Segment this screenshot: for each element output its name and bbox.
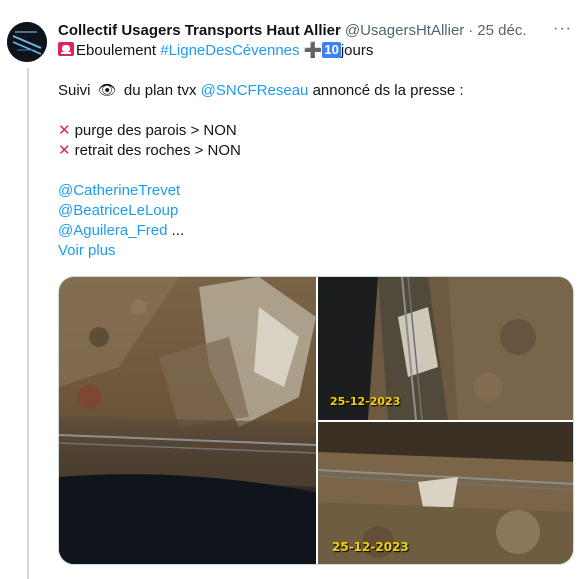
keycap-ten-icon: 10 (322, 42, 341, 58)
avatar-logo-icon (7, 22, 47, 62)
photo-date-stamp: 25-12-2023 (330, 395, 401, 408)
separator-dot: · (468, 21, 474, 39)
cross-mark-icon: ✕ (58, 122, 71, 139)
aerial-photo-rockfall (59, 277, 316, 564)
list-item-purge: ✕ purge des parois > NON (58, 121, 578, 141)
list-item-retrait: ✕ retrait des roches > NON (58, 141, 578, 161)
thread-line (27, 68, 29, 579)
media-grid: 25-12-2023 25-12-2023 (58, 276, 574, 565)
tweet-line-1: Eboulement #LigneDesCévennes ➕ 10 jours (58, 41, 578, 61)
tweet-date[interactable]: 25 déc. (477, 22, 526, 39)
days-text: jours (340, 42, 374, 59)
follow-text: Suivi (58, 82, 91, 99)
more-options-icon[interactable]: ··· (553, 20, 572, 38)
mention-beatriceleloup[interactable]: @BeatriceLeLoup (58, 201, 578, 221)
media-image-1[interactable] (59, 277, 316, 564)
siren-icon (58, 42, 74, 56)
press-text: annoncé ds la presse : (312, 82, 464, 99)
plus-icon: ➕ (303, 42, 323, 59)
display-name[interactable]: Collectif Usagers Transports Haut Allier (58, 22, 341, 39)
mention-catherinetrevet[interactable]: @CatherineTrevet (58, 181, 578, 201)
user-handle[interactable]: @UsagersHtAllier (345, 22, 464, 39)
photo-date-stamp: 25-12-2023 (332, 540, 409, 554)
ellipsis-text: ... (171, 222, 185, 239)
plan-text: du plan tvx (123, 82, 197, 99)
tweet-header: Collectif Usagers Transports Haut Allier… (58, 20, 578, 40)
eye-icon: 👁 (97, 82, 117, 99)
hashtag-link[interactable]: #LigneDesCévennes (160, 42, 299, 59)
cross-mark-icon: ✕ (58, 142, 71, 159)
eboulement-text: Eboulement (76, 42, 157, 59)
tweet-line-2: Suivi 👁 du plan tvx @SNCFReseau annoncé … (58, 81, 578, 101)
media-image-2[interactable]: 25-12-2023 (318, 277, 573, 420)
item-retrait-text: retrait des roches > NON (74, 142, 241, 159)
mention-line-3: @Aguilera_Fred ... (58, 221, 578, 241)
mention-aguilerafred[interactable]: @Aguilera_Fred (58, 222, 167, 239)
see-more-link[interactable]: Voir plus (58, 241, 578, 261)
media-image-3[interactable]: 25-12-2023 (318, 422, 573, 564)
item-purge-text: purge des parois > NON (74, 122, 237, 139)
tweet-content: Collectif Usagers Transports Haut Allier… (58, 20, 578, 261)
avatar[interactable] (7, 22, 47, 62)
mention-sncfreseau[interactable]: @SNCFReseau (201, 82, 309, 99)
